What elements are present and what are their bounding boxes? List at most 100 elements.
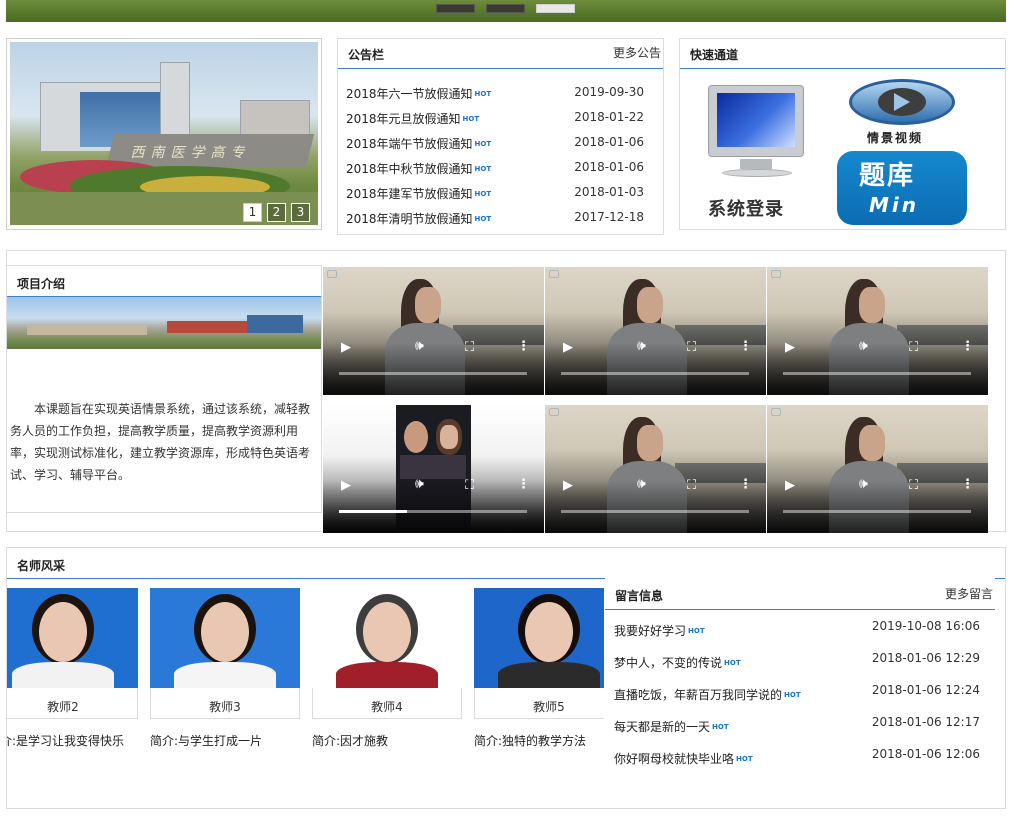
- video-progress-bar[interactable]: [783, 372, 971, 375]
- slider-page-3[interactable]: 3: [291, 203, 310, 222]
- question-bank-tile[interactable]: 题库 Min: [837, 151, 967, 225]
- video-progress-bar[interactable]: [561, 510, 749, 513]
- notice-item-title[interactable]: 2018年中秋节放假通知 HOT: [346, 160, 491, 177]
- quick-divider: [680, 68, 1005, 69]
- volume-icon[interactable]: 🕪: [637, 477, 646, 491]
- play-icon[interactable]: ▶: [341, 479, 351, 492]
- teacher-card[interactable]: 教师3 简介:与学生打成一片: [150, 588, 300, 758]
- teacher-intro: 简介:独特的教学方法: [474, 734, 587, 748]
- teacher-card[interactable]: 教师2 简介:是学习让我变得快乐: [7, 588, 138, 758]
- play-icon[interactable]: ▶: [785, 479, 795, 492]
- notice-item[interactable]: 2018年建军节放假通知 HOT 2018-01-03: [346, 185, 654, 201]
- monitor-icon: [708, 85, 804, 157]
- fullscreen-icon[interactable]: ⛶: [687, 341, 696, 354]
- fullscreen-icon[interactable]: ⛶: [465, 479, 474, 492]
- more-notices-link[interactable]: 更多公告: [613, 44, 661, 61]
- notice-item-date: 2019-09-30: [574, 85, 644, 99]
- banner-dot-3[interactable]: [536, 4, 575, 13]
- teacher-photo: [312, 588, 462, 688]
- more-options-icon[interactable]: ⋮: [739, 478, 752, 491]
- play-icon[interactable]: ▶: [563, 479, 573, 492]
- volume-icon[interactable]: 🕪: [637, 339, 646, 353]
- notice-item-date: 2018-01-06: [574, 160, 644, 174]
- banner-dot-2[interactable]: [486, 4, 525, 13]
- top-banner: [6, 0, 1006, 22]
- volume-icon[interactable]: 🕪: [859, 339, 868, 353]
- hot-badge: HOT: [474, 90, 492, 98]
- notice-item-title[interactable]: 2018年六一节放假通知 HOT: [346, 85, 491, 102]
- teacher-carousel: 教师2简介:是学习让我变得快乐教师3简介:与学生打成一片教师4简介:因才施教教师…: [7, 588, 604, 768]
- teacher-card[interactable]: 教师5 简介:独特的教学方法: [474, 588, 604, 758]
- fullscreen-icon[interactable]: ⛶: [465, 341, 474, 354]
- volume-icon[interactable]: 🕪: [415, 477, 424, 491]
- more-options-icon[interactable]: ⋮: [961, 340, 974, 353]
- teacher-card[interactable]: 教师4 简介:因才施教: [312, 588, 462, 758]
- watermark-icon: [771, 408, 781, 416]
- volume-icon[interactable]: 🕪: [859, 477, 868, 491]
- fullscreen-icon[interactable]: ⛶: [687, 479, 696, 492]
- notice-item[interactable]: 2018年清明节放假通知 HOT 2017-12-18: [346, 210, 654, 226]
- message-item[interactable]: 我要好好学习 HOT 2019-10-08 16:06: [614, 619, 980, 638]
- hot-badge: HOT: [474, 140, 492, 148]
- video-progress-bar[interactable]: [561, 372, 749, 375]
- video-progress-fill: [339, 510, 407, 513]
- notice-item-title[interactable]: 2018年清明节放假通知 HOT: [346, 210, 491, 227]
- teacher-intro: 简介:是学习让我变得快乐: [7, 734, 125, 748]
- video-player[interactable]: ▶ 🕪 ⛶ ⋮: [545, 405, 766, 533]
- campus-photo: 西南医学高专: [10, 42, 318, 225]
- watermark-icon: [771, 270, 781, 278]
- video-player[interactable]: ▶ 🕪 ⛶ ⋮: [545, 267, 766, 395]
- video-player[interactable]: ▶ 🕪 ⛶ ⋮: [767, 405, 988, 533]
- teachers-title: 名师风采: [17, 559, 66, 573]
- fullscreen-icon[interactable]: ⛶: [909, 479, 918, 492]
- more-options-icon[interactable]: ⋮: [961, 478, 974, 491]
- banner-dot-1[interactable]: [436, 4, 475, 13]
- quick-title: 快速通道: [690, 48, 739, 62]
- more-options-icon[interactable]: ⋮: [517, 340, 530, 353]
- project-description: 本课题旨在实现英语情景系统，通过该系统，减轻教务人员的工作负担，提高教学质量，提…: [10, 402, 311, 482]
- slider-page-2[interactable]: 2: [267, 203, 286, 222]
- message-item-date: 2018-01-06 12:29: [871, 651, 980, 665]
- video-progress-bar[interactable]: [339, 372, 527, 375]
- message-item[interactable]: 你好啊母校就快毕业咯 HOT 2018-01-06 12:06: [614, 747, 980, 766]
- message-item-title[interactable]: 直播吃饭，年薪百万我同学说的 HOT: [614, 686, 801, 703]
- notice-item-title[interactable]: 2018年建军节放假通知 HOT: [346, 185, 491, 202]
- play-icon[interactable]: ▶: [563, 341, 573, 354]
- notice-item[interactable]: 2018年六一节放假通知 HOT 2019-09-30: [346, 85, 654, 101]
- message-item-title[interactable]: 你好啊母校就快毕业咯 HOT: [614, 750, 753, 767]
- message-item[interactable]: 每天都是新的一天 HOT 2018-01-06 12:17: [614, 715, 980, 734]
- message-item-title[interactable]: 我要好好学习 HOT: [614, 622, 705, 639]
- video-player[interactable]: ▶ 🕪 ⛶ ⋮: [323, 405, 544, 533]
- hot-badge: HOT: [736, 755, 753, 763]
- video-player[interactable]: ▶ 🕪 ⛶ ⋮: [767, 267, 988, 395]
- teacher-photo: [7, 588, 138, 688]
- message-divider: [605, 609, 995, 610]
- message-item-title[interactable]: 每天都是新的一天 HOT: [614, 718, 729, 735]
- more-options-icon[interactable]: ⋮: [739, 340, 752, 353]
- teacher-intro: 简介:因才施教: [312, 734, 389, 748]
- notice-item[interactable]: 2018年元旦放假通知 HOT 2018-01-22: [346, 110, 654, 126]
- hot-badge: HOT: [462, 115, 480, 123]
- play-icon[interactable]: ▶: [341, 341, 351, 354]
- notice-item-title[interactable]: 2018年元旦放假通知 HOT: [346, 110, 479, 127]
- message-item[interactable]: 直播吃饭，年薪百万我同学说的 HOT 2018-01-06 12:24: [614, 683, 980, 702]
- message-item-title[interactable]: 梦中人，不变的传说 HOT: [614, 654, 741, 671]
- notice-item[interactable]: 2018年中秋节放假通知 HOT 2018-01-06: [346, 160, 654, 176]
- video-player[interactable]: ▶ 🕪 ⛶ ⋮: [323, 267, 544, 395]
- notice-item[interactable]: 2018年端午节放假通知 HOT 2018-01-06: [346, 135, 654, 151]
- play-icon[interactable]: ▶: [785, 341, 795, 354]
- situational-video-tile[interactable]: 情景视频: [837, 75, 967, 145]
- more-messages-link[interactable]: 更多留言: [945, 585, 993, 602]
- image-slider: 西南医学高专 1 2 3: [6, 38, 322, 230]
- message-item[interactable]: 梦中人，不变的传说 HOT 2018-01-06 12:29: [614, 651, 980, 670]
- more-options-icon[interactable]: ⋮: [517, 478, 530, 491]
- video-progress-bar[interactable]: [339, 510, 527, 513]
- notice-item-title[interactable]: 2018年端午节放假通知 HOT: [346, 135, 491, 152]
- slider-page-1[interactable]: 1: [243, 203, 262, 222]
- volume-icon[interactable]: 🕪: [415, 339, 424, 353]
- system-login-tile[interactable]: 系统登录: [700, 75, 822, 223]
- hot-badge: HOT: [784, 691, 801, 699]
- video-progress-bar[interactable]: [783, 510, 971, 513]
- fullscreen-icon[interactable]: ⛶: [909, 341, 918, 354]
- hot-badge: HOT: [474, 165, 492, 173]
